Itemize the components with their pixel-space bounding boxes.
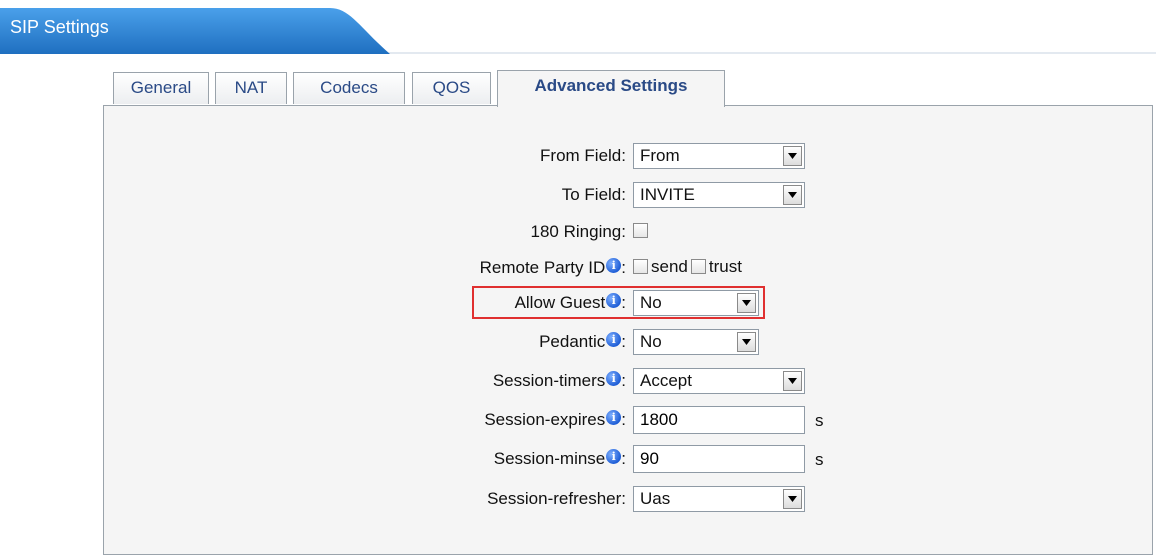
chevron-down-icon[interactable] <box>783 185 802 205</box>
header-bar: SIP Settings <box>0 0 1156 60</box>
session-refresher-select[interactable]: Uas <box>633 486 805 512</box>
tab-advanced-settings[interactable]: Advanced Settings <box>497 70 725 107</box>
colon: : <box>621 489 626 508</box>
tab-codecs[interactable]: Codecs <box>293 72 405 104</box>
session-timers-value: Accept <box>640 371 692 390</box>
tab-nat[interactable]: NAT <box>215 72 287 104</box>
session-expires-unit: s <box>815 411 824 430</box>
colon: : <box>621 371 626 390</box>
tab-general[interactable]: General <box>113 72 209 104</box>
180-ringing-label: 180 Ringing <box>530 222 622 241</box>
colon: : <box>621 410 626 429</box>
row-remote-party-id: Remote Party ID i: send trust <box>0 251 1156 285</box>
row-session-expires: Session-expiresi: s <box>0 403 1156 437</box>
session-refresher-label: Session-refresher <box>487 489 622 508</box>
chevron-down-icon[interactable] <box>737 332 756 352</box>
page-title: SIP Settings <box>10 17 109 37</box>
row-from-field: From Field: From <box>0 139 1156 173</box>
session-minse-label: Session-minse <box>493 449 606 468</box>
colon: : <box>621 449 626 468</box>
info-icon[interactable]: i <box>606 258 622 273</box>
info-icon[interactable]: i <box>606 293 622 308</box>
tab-qos[interactable]: QOS <box>412 72 491 104</box>
allow-guest-label: Allow Guest <box>514 293 606 312</box>
from-field-label: From Field <box>540 146 622 165</box>
session-timers-label: Session-timers <box>492 371 606 390</box>
remote-party-id-label: Remote Party ID <box>479 258 606 277</box>
from-field-select[interactable]: From <box>633 143 805 169</box>
colon: : <box>621 146 626 165</box>
session-minse-input[interactable] <box>633 445 805 473</box>
chevron-down-icon[interactable] <box>783 371 802 391</box>
from-field-value: From <box>640 146 680 165</box>
info-icon[interactable]: i <box>606 449 622 464</box>
colon: : <box>621 222 626 241</box>
session-timers-select[interactable]: Accept <box>633 368 805 394</box>
chevron-down-icon[interactable] <box>737 293 756 313</box>
session-minse-unit: s <box>815 450 824 469</box>
chevron-down-icon[interactable] <box>783 489 802 509</box>
trust-checkbox[interactable] <box>690 259 706 274</box>
session-expires-label: Session-expires <box>484 410 606 429</box>
row-to-field: To Field: INVITE <box>0 178 1156 212</box>
to-field-value: INVITE <box>640 185 695 204</box>
row-pedantic: Pedantic i: No <box>0 325 1156 359</box>
to-field-select[interactable]: INVITE <box>633 182 805 208</box>
pedantic-label: Pedantic <box>539 332 606 351</box>
row-allow-guest: Allow Guest i: No <box>0 286 1156 320</box>
to-field-label: To Field <box>561 185 622 204</box>
send-checkbox[interactable] <box>633 259 648 274</box>
pedantic-select[interactable]: No <box>633 329 759 355</box>
info-icon[interactable]: i <box>606 332 622 347</box>
row-180-ringing: 180 Ringing: <box>0 215 1156 249</box>
chevron-down-icon[interactable] <box>783 146 802 166</box>
pedantic-value: No <box>640 332 662 351</box>
info-icon[interactable]: i <box>606 371 622 386</box>
session-refresher-value: Uas <box>640 489 671 508</box>
colon: : <box>621 293 626 312</box>
row-session-timers: Session-timers i: Accept <box>0 364 1156 398</box>
allow-guest-value: No <box>640 293 662 312</box>
colon: : <box>621 332 626 351</box>
trust-label: trust <box>708 257 742 276</box>
row-session-refresher: Session-refresher: Uas <box>0 482 1156 516</box>
colon: : <box>621 185 626 204</box>
180-ringing-checkbox[interactable] <box>633 223 648 238</box>
session-expires-input[interactable] <box>633 406 805 434</box>
row-session-minse: Session-minsei: s <box>0 442 1156 476</box>
send-label: send <box>651 257 688 276</box>
info-icon[interactable]: i <box>606 410 622 425</box>
colon: : <box>621 258 626 277</box>
allow-guest-select[interactable]: No <box>633 290 759 316</box>
